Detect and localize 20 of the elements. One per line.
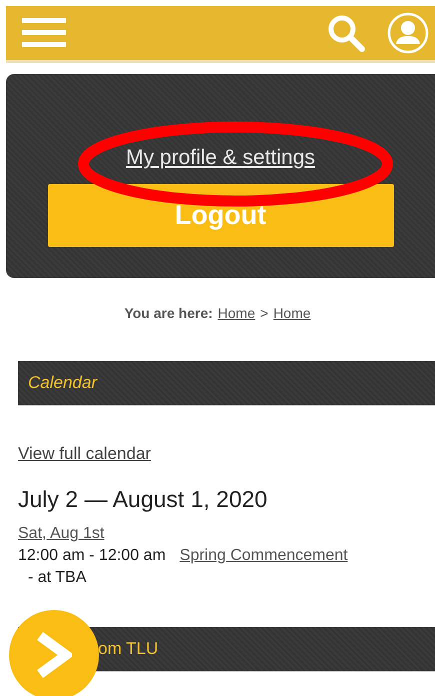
account-button[interactable]: [387, 12, 429, 54]
chevron-right-icon: [36, 632, 72, 678]
event-time: 12:00 am - 12:00 am: [18, 547, 166, 565]
user-icon: [387, 12, 429, 54]
search-button[interactable]: [327, 14, 365, 52]
profile-settings-link[interactable]: My profile & settings: [126, 146, 316, 170]
event-location: - at TBA: [28, 569, 88, 587]
breadcrumb-separator: >: [260, 305, 268, 321]
menu-button[interactable]: [22, 18, 66, 48]
section-title: om TLU: [98, 639, 158, 659]
breadcrumb-link[interactable]: Home: [218, 305, 256, 321]
search-icon: [327, 14, 365, 52]
section-title: Calendar: [28, 373, 97, 393]
view-calendar-link[interactable]: View full calendar: [18, 444, 151, 464]
event-date-link[interactable]: Sat, Aug 1st: [18, 525, 104, 543]
event-title-link[interactable]: Spring Commencement: [180, 547, 348, 565]
date-range-heading: July 2 — August 1, 2020: [18, 486, 268, 513]
menu-icon: [22, 18, 66, 48]
breadcrumb-link[interactable]: Home: [273, 305, 311, 321]
breadcrumb-label: You are here:: [124, 305, 213, 321]
